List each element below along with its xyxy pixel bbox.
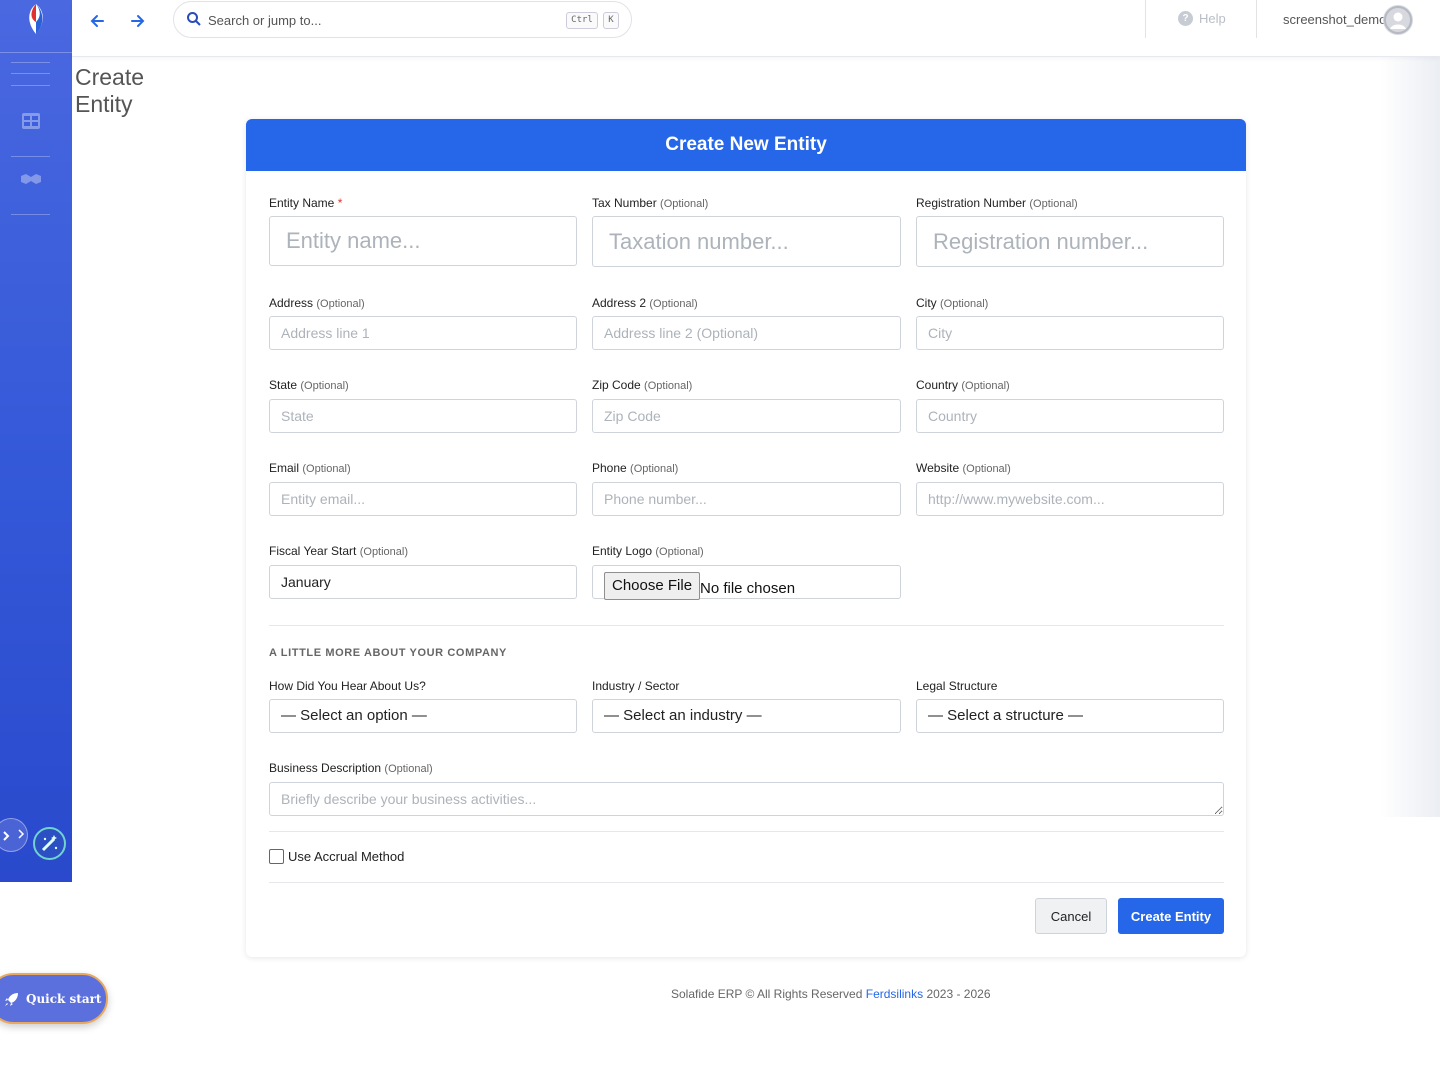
accrual-method-label: Use Accrual Method xyxy=(288,849,405,864)
magic-wand-button[interactable] xyxy=(33,827,66,860)
email-label: Email (Optional) xyxy=(269,461,351,475)
search-input[interactable] xyxy=(208,9,548,31)
footer-years: 2023 - 2026 xyxy=(926,987,991,1001)
sidebar-divider xyxy=(0,52,72,53)
back-arrow-icon[interactable] xyxy=(87,10,109,32)
address2-label: Address 2 (Optional) xyxy=(592,296,698,310)
file-status: No file chosen xyxy=(700,580,796,597)
page-title: Create Entity xyxy=(75,64,145,117)
avatar[interactable] xyxy=(1383,5,1413,35)
fiscal-year-select[interactable]: January xyxy=(269,565,577,599)
footer-copyright: Solafide ERP © All Rights Reserved xyxy=(671,987,863,1001)
quick-start-label: Quick start xyxy=(26,991,102,1006)
sidebar-divider xyxy=(11,73,50,74)
hear-about-select[interactable]: — Select an option — xyxy=(269,699,577,733)
topbar-divider xyxy=(1256,0,1257,38)
cancel-button[interactable]: Cancel xyxy=(1035,898,1107,934)
city-label: City (Optional) xyxy=(916,296,989,310)
section-title: A LITTLE MORE ABOUT YOUR COMPANY xyxy=(269,647,507,659)
help-link[interactable]: ? Help xyxy=(1178,11,1226,26)
rocket-icon xyxy=(5,992,18,1006)
divider xyxy=(269,831,1224,832)
website-label: Website (Optional) xyxy=(916,461,1011,475)
tax-number-input[interactable] xyxy=(592,216,901,267)
sidebar-divider xyxy=(11,156,50,157)
user-avatar-icon xyxy=(1384,6,1412,34)
entity-name-input[interactable] xyxy=(269,216,577,266)
create-entity-card: Create New Entity Entity Name * Tax Numb… xyxy=(246,119,1246,957)
sidebar xyxy=(0,0,72,882)
card-header: Create New Entity xyxy=(246,119,1246,171)
search-box[interactable]: Ctrl K xyxy=(173,1,632,38)
email-input[interactable] xyxy=(269,482,577,516)
required-marker: * xyxy=(337,196,343,210)
footer-company-link[interactable]: Ferdsilinks xyxy=(866,987,923,1001)
handshake-icon[interactable] xyxy=(20,170,42,188)
accrual-method-option[interactable]: Use Accrual Method xyxy=(269,849,404,864)
website-input[interactable] xyxy=(916,482,1224,516)
registration-number-label: Registration Number (Optional) xyxy=(916,196,1078,210)
address-label: Address (Optional) xyxy=(269,296,365,310)
sidebar-expand-button[interactable] xyxy=(0,818,28,852)
hear-about-label: How Did You Hear About Us? xyxy=(269,679,426,693)
divider xyxy=(269,625,1224,626)
phone-input[interactable] xyxy=(592,482,901,516)
state-input[interactable] xyxy=(269,399,577,433)
address2-input[interactable] xyxy=(592,316,901,350)
entity-logo-file-input[interactable]: Choose File No file chosen xyxy=(592,565,901,600)
industry-label: Industry / Sector xyxy=(592,679,680,693)
legal-structure-label: Legal Structure xyxy=(916,679,998,693)
right-shade xyxy=(1380,57,1440,817)
registration-number-input[interactable] xyxy=(916,216,1224,267)
help-icon: ? xyxy=(1178,11,1193,26)
choose-file-button[interactable]: Choose File xyxy=(604,572,701,600)
dashboard-grid-icon[interactable] xyxy=(20,112,42,130)
industry-select[interactable]: — Select an industry — xyxy=(592,699,901,733)
zip-code-label: Zip Code (Optional) xyxy=(592,378,693,392)
zip-code-input[interactable] xyxy=(592,399,901,433)
create-entity-button[interactable]: Create Entity xyxy=(1118,898,1224,934)
legal-structure-select[interactable]: — Select a structure — xyxy=(916,699,1224,733)
business-description-textarea[interactable] xyxy=(269,782,1224,816)
username[interactable]: screenshot_demo xyxy=(1283,12,1386,27)
entity-name-label: Entity Name * xyxy=(269,196,343,210)
city-input[interactable] xyxy=(916,316,1224,350)
help-label: Help xyxy=(1199,11,1226,26)
fiscal-year-label: Fiscal Year Start (Optional) xyxy=(269,544,409,558)
address-input[interactable] xyxy=(269,316,577,350)
sidebar-divider xyxy=(11,214,50,215)
sidebar-divider xyxy=(11,62,50,63)
quick-start-button[interactable]: Quick start xyxy=(0,973,108,1024)
footer: Solafide ERP © All Rights Reserved Ferds… xyxy=(671,987,991,1001)
chevron-right-icon xyxy=(3,829,25,841)
kbd-k: K xyxy=(603,12,619,29)
magic-wand-icon xyxy=(41,835,58,852)
app-logo-icon[interactable] xyxy=(22,2,50,36)
forward-arrow-icon[interactable] xyxy=(126,10,148,32)
accrual-method-checkbox[interactable] xyxy=(269,849,284,864)
country-label: Country (Optional) xyxy=(916,378,1010,392)
top-bar: Ctrl K ? Help screenshot_demo xyxy=(72,0,1440,57)
entity-logo-label: Entity Logo (Optional) xyxy=(592,544,704,558)
topbar-divider xyxy=(1145,0,1146,38)
search-icon xyxy=(187,12,201,26)
tax-number-label: Tax Number (Optional) xyxy=(592,196,709,210)
sidebar-divider xyxy=(11,85,50,86)
phone-label: Phone (Optional) xyxy=(592,461,679,475)
country-input[interactable] xyxy=(916,399,1224,433)
state-label: State (Optional) xyxy=(269,378,349,392)
business-description-label: Business Description (Optional) xyxy=(269,761,433,775)
divider xyxy=(269,882,1224,883)
kbd-ctrl: Ctrl xyxy=(566,12,598,29)
